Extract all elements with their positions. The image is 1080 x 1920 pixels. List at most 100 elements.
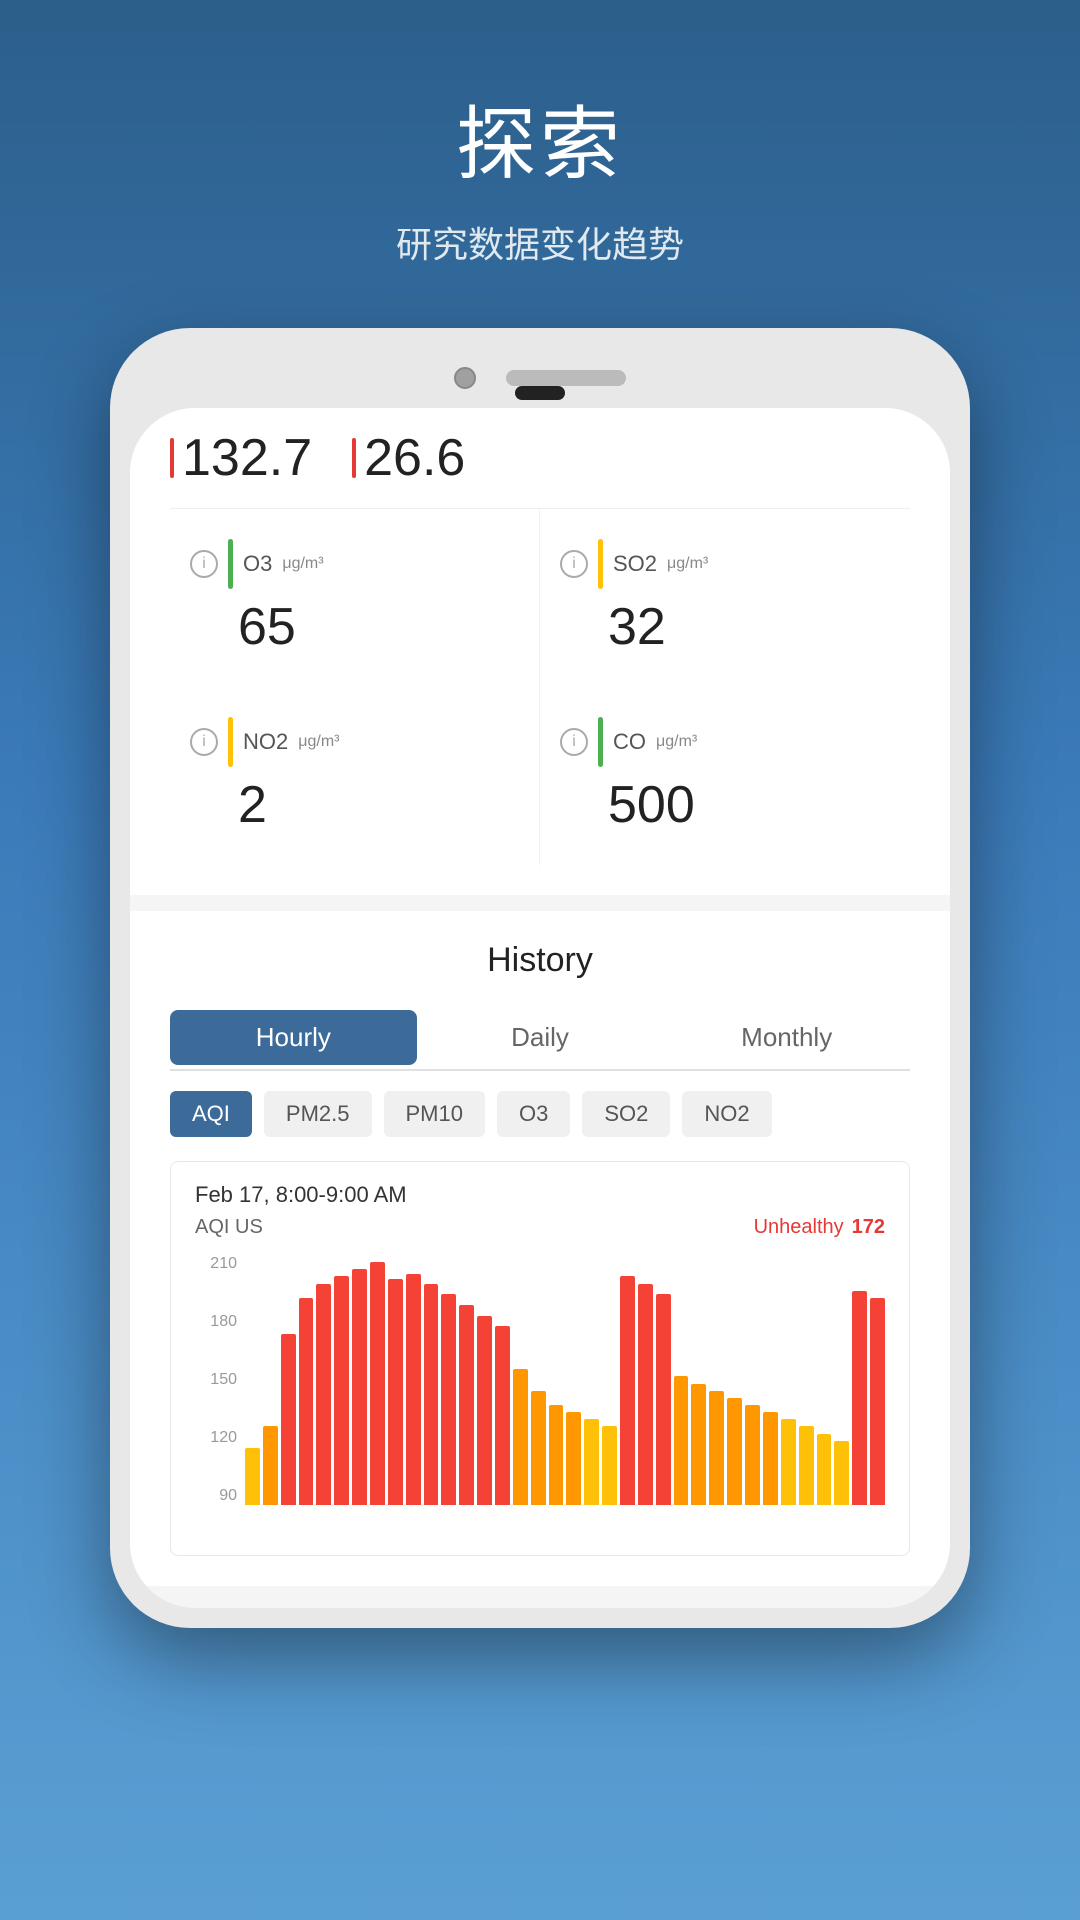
tab-pm10[interactable]: PM10	[384, 1091, 485, 1137]
red-indicator-1	[170, 438, 174, 478]
metric-unit-o3: μg/m³	[282, 555, 323, 573]
metric-value-no2: 2	[238, 775, 519, 835]
metric-label-so2: SO2	[613, 551, 657, 577]
metric-no2: i NO2 μg/m³ 2	[170, 687, 540, 865]
top-value-2: 26.6	[352, 428, 465, 488]
history-section: History Hourly Daily Monthly AQI PM2.5 P…	[130, 911, 950, 1586]
tab-daily[interactable]: Daily	[417, 1010, 664, 1065]
page-title: 探索	[396, 80, 684, 196]
bar-33	[834, 1441, 849, 1505]
speaker	[506, 370, 626, 386]
chart-aqi-label: AQI US	[195, 1216, 263, 1239]
bar-16	[531, 1391, 546, 1505]
app-content: 132.7 26.6 i O3 μg/m³	[130, 408, 950, 1608]
camera	[454, 367, 476, 389]
bar-26	[709, 1391, 724, 1505]
chart-aqi-value: 172	[852, 1216, 885, 1239]
bar-8	[388, 1279, 403, 1505]
color-bar-so2	[598, 539, 603, 589]
tab-no2[interactable]: NO2	[682, 1091, 771, 1137]
y-label-150: 150	[210, 1371, 237, 1389]
bar-13	[477, 1316, 492, 1505]
metric-value-so2: 32	[608, 597, 890, 657]
color-bar-no2	[228, 717, 233, 767]
metric-so2: i SO2 μg/m³ 32	[540, 509, 910, 687]
bar-2	[281, 1334, 296, 1505]
color-bar-o3	[228, 539, 233, 589]
chart-container: Feb 17, 8:00-9:00 AM AQI US Unhealthy 17…	[170, 1161, 910, 1556]
metrics-grid: i O3 μg/m³ 65 i SO2 μg/m³	[170, 509, 910, 865]
bar-19	[584, 1419, 599, 1505]
tab-hourly[interactable]: Hourly	[170, 1010, 417, 1065]
info-icon-no2[interactable]: i	[190, 728, 218, 756]
y-label-120: 120	[210, 1429, 237, 1447]
bar-10	[424, 1284, 439, 1505]
metric-unit-so2: μg/m³	[667, 555, 708, 573]
pollutant-tabs: AQI PM2.5 PM10 O3 SO2 NO2	[170, 1091, 910, 1137]
bar-24	[674, 1376, 689, 1505]
bar-15	[513, 1369, 528, 1505]
metric-unit-no2: μg/m³	[298, 733, 339, 751]
metric-label-co: CO	[613, 729, 646, 755]
bar-18	[566, 1412, 581, 1505]
bar-3	[299, 1298, 314, 1505]
bar-28	[745, 1405, 760, 1505]
metric-value-o3: 65	[238, 597, 519, 657]
bar-22	[638, 1284, 653, 1505]
info-icon-o3[interactable]: i	[190, 550, 218, 578]
bar-12	[459, 1305, 474, 1505]
bar-9	[406, 1274, 421, 1505]
bar-6	[352, 1269, 367, 1505]
bar-34	[852, 1291, 867, 1505]
bar-32	[817, 1434, 832, 1505]
home-sensor	[515, 386, 565, 400]
metric-so2-header: i SO2 μg/m³	[560, 539, 890, 589]
bar-chart: 210 180 150 120 90	[195, 1255, 885, 1535]
metric-unit-co: μg/m³	[656, 733, 697, 751]
bar-11	[441, 1294, 456, 1505]
y-axis: 210 180 150 120 90	[195, 1255, 243, 1505]
tab-o3[interactable]: O3	[497, 1091, 570, 1137]
metric-label-no2: NO2	[243, 729, 288, 755]
bar-5	[334, 1276, 349, 1505]
tab-so2[interactable]: SO2	[582, 1091, 670, 1137]
y-label-210: 210	[210, 1255, 237, 1273]
history-title: History	[170, 941, 910, 980]
phone-top-bar	[130, 348, 950, 408]
bar-21	[620, 1276, 635, 1505]
bar-30	[781, 1419, 796, 1505]
top-num-2: 26.6	[364, 428, 465, 488]
metric-value-co: 500	[608, 775, 890, 835]
bar-0	[245, 1448, 260, 1505]
info-icon-so2[interactable]: i	[560, 550, 588, 578]
tab-pm25[interactable]: PM2.5	[264, 1091, 372, 1137]
bar-1	[263, 1426, 278, 1505]
page-header: 探索 研究数据变化趋势	[396, 0, 684, 308]
metric-no2-header: i NO2 μg/m³	[190, 717, 519, 767]
tab-monthly[interactable]: Monthly	[663, 1010, 910, 1065]
bar-14	[495, 1326, 510, 1505]
y-label-90: 90	[219, 1487, 237, 1505]
metric-co-header: i CO μg/m³	[560, 717, 890, 767]
bar-31	[799, 1426, 814, 1505]
metric-o3-header: i O3 μg/m³	[190, 539, 519, 589]
chart-date-range: Feb 17, 8:00-9:00 AM	[195, 1182, 885, 1208]
top-num-1: 132.7	[182, 428, 312, 488]
tab-aqi[interactable]: AQI	[170, 1091, 252, 1137]
color-bar-co	[598, 717, 603, 767]
bar-17	[549, 1405, 564, 1505]
metric-label-o3: O3	[243, 551, 272, 577]
chart-meta: AQI US Unhealthy 172	[195, 1216, 885, 1239]
metric-o3: i O3 μg/m³ 65	[170, 509, 540, 687]
page-subtitle: 研究数据变化趋势	[396, 216, 684, 268]
top-values: 132.7 26.6	[170, 428, 910, 509]
chart-status-label: Unhealthy	[754, 1216, 844, 1239]
metric-co: i CO μg/m³ 500	[540, 687, 910, 865]
chart-status: Unhealthy 172	[754, 1216, 885, 1239]
bar-25	[691, 1384, 706, 1505]
top-value-1: 132.7	[170, 428, 312, 488]
info-icon-co[interactable]: i	[560, 728, 588, 756]
bar-23	[656, 1294, 671, 1505]
bar-20	[602, 1426, 617, 1505]
phone-inner: 132.7 26.6 i O3 μg/m³	[130, 408, 950, 1608]
